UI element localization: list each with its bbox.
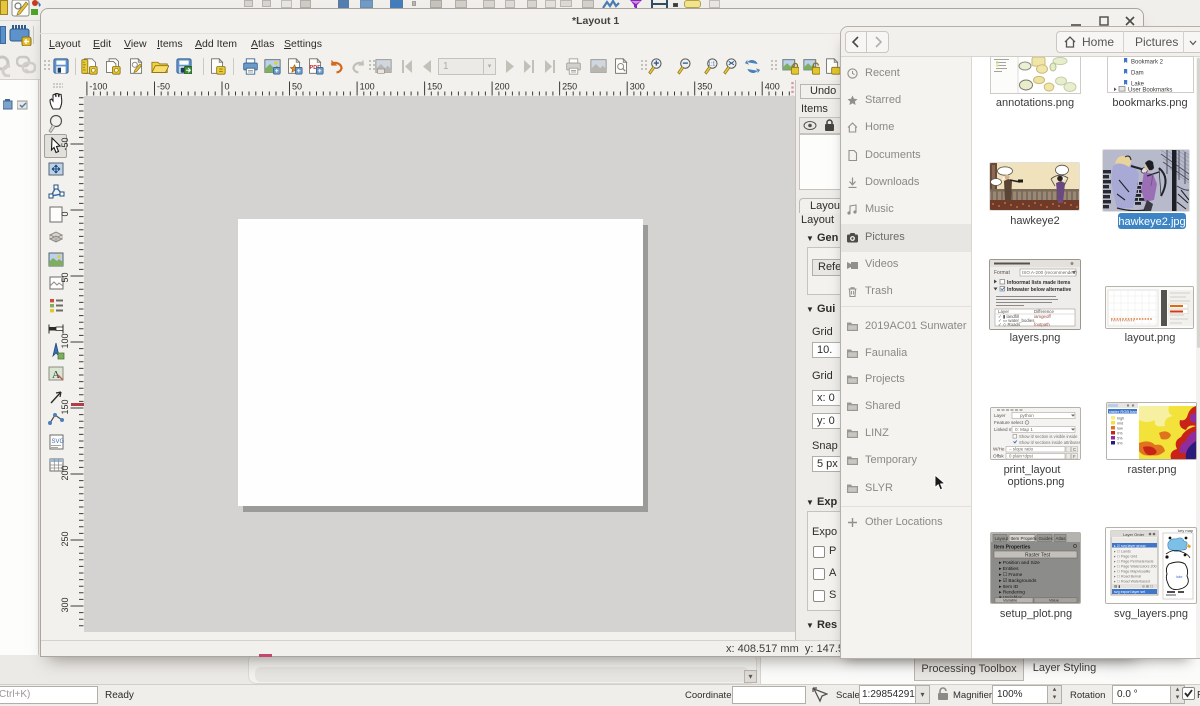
svg-text:✓ ◇ Roads: ✓ ◇ Roads <box>998 322 1021 327</box>
svg-text:9%: 9% <box>1117 442 1123 446</box>
svg-text:lake: lake <box>1176 575 1182 579</box>
svg-text:− slope ratio: − slope ratio <box>1009 447 1034 452</box>
svg-text:Atlas: Atlas <box>1056 536 1067 541</box>
svg-text:▸ ☐ Lands: ▸ ☐ Lands <box>1114 550 1131 554</box>
svg-text:0: Map 1: 0: Map 1 <box>1015 427 1033 432</box>
svg-text:0 plain+dpst: 0 plain+dpst <box>1009 454 1034 459</box>
svg-text:Dam: Dam <box>1131 71 1144 77</box>
svg-text:300: 300 <box>60 597 70 612</box>
svg-text:low: low <box>1117 427 1123 431</box>
svg-text:Offsk: Offsk <box>993 454 1004 459</box>
svg-text:350: 350 <box>697 82 712 92</box>
svg-text:▸ Item ID: ▸ Item ID <box>999 584 1019 590</box>
svg-text:Feature select: Feature select <box>994 420 1024 425</box>
svg-text:key map: key map <box>1178 528 1194 533</box>
svg-text:F: F <box>1073 454 1076 459</box>
svg-text:400: 400 <box>765 82 780 92</box>
svg-text:▸ Rendering: ▸ Rendering <box>999 590 1025 596</box>
svg-text:Item Properties: Item Properties <box>994 545 1031 551</box>
svg-text:100: 100 <box>60 333 70 348</box>
svg-text:footpath: footpath <box>1034 322 1050 327</box>
svg-text:200: 200 <box>60 465 70 480</box>
svg-text:▸ ☐ Road Bernal: ▸ ☐ Road Bernal <box>1114 575 1141 579</box>
svg-text:250: 250 <box>562 82 577 92</box>
svg-text:▸ ☐ Page Watercolors 200: ▸ ☐ Page Watercolors 200 <box>1114 565 1156 569</box>
svg-text:250: 250 <box>60 531 70 546</box>
svg-text:▤ ▮: ▤ ▮ <box>1114 585 1120 589</box>
svg-text:▸ Entities: ▸ Entities <box>999 566 1019 572</box>
svg-text:200: 200 <box>495 82 510 92</box>
svg-text:python: python <box>1020 413 1034 418</box>
svg-text:50: 50 <box>292 82 302 92</box>
svg-text:▸ ☐ Page Mapvisualite: ▸ ☐ Page Mapvisualite <box>1114 570 1150 574</box>
svg-text:Show it/ section is visible in: Show it/ section is visible inside <box>1019 434 1078 439</box>
svg-text:Show it/ sections inside attri: Show it/ sections inside attributes <box>1019 440 1080 445</box>
svg-text:Infowater below alternative: Infowater below alternative <box>1007 287 1071 293</box>
svg-text:Format: Format <box>994 270 1010 276</box>
svg-text:-50: -50 <box>60 137 70 150</box>
svg-text:-50: -50 <box>157 82 170 92</box>
svg-text:Variable: Variable <box>1003 598 1018 603</box>
svg-text:▸ Position and Size: ▸ Position and Size <box>999 560 1040 566</box>
svg-text:mid: mid <box>1117 422 1123 426</box>
svg-text:0: 0 <box>60 211 70 216</box>
svg-text:150: 150 <box>427 82 442 92</box>
svg-text:300: 300 <box>630 82 645 92</box>
svg-text:iamgeoff: iamgeoff <box>1034 314 1052 319</box>
svg-text:W/He: W/He <box>993 447 1005 452</box>
svg-text:▸ ☐ Page Grid: ▸ ☐ Page Grid <box>1114 555 1137 559</box>
svg-text:100: 100 <box>360 82 375 92</box>
svg-text:raster RGB band: raster RGB band <box>1109 409 1139 414</box>
svg-text:0: 0 <box>225 82 230 92</box>
svg-text:Value: Value <box>1049 598 1060 603</box>
svg-text:Layout: Layout <box>995 536 1009 541</box>
svg-text:150: 150 <box>60 399 70 414</box>
svg-text:User Bookmarks: User Bookmarks <box>1128 88 1172 93</box>
svg-text:Infoormat lists made items: Infoormat lists made items <box>1007 280 1071 286</box>
svg-text:Guides: Guides <box>1039 536 1054 541</box>
svg-text:5%: 5% <box>1117 437 1123 441</box>
svg-text:Layer Order: Layer Order <box>1123 532 1145 537</box>
svg-text:ISO A-200 (recommended): ISO A-200 (recommended) <box>1022 270 1077 275</box>
svg-text:▸ ☐ Page Perimeter/axis: ▸ ☐ Page Perimeter/axis <box>1114 560 1154 564</box>
svg-text:▸ ☐ Road Waterbased: ▸ ☐ Road Waterbased <box>1114 580 1150 584</box>
svg-text:C: C <box>1073 447 1076 452</box>
svg-text:50: 50 <box>60 272 70 282</box>
svg-text:▸ ☐ Frame: ▸ ☐ Frame <box>999 572 1023 578</box>
svg-text:Bookmark 2: Bookmark 2 <box>1131 60 1164 66</box>
svg-text:Layer: Layer <box>994 413 1006 418</box>
svg-text:svg export layer set: svg export layer set <box>1114 590 1145 594</box>
svg-text:0%: 0% <box>1117 432 1123 436</box>
svg-text:▸ ☑ Backgrounds: ▸ ☑ Backgrounds <box>999 578 1037 584</box>
svg-text:▸ ☑ svg layer group: ▸ ☑ svg layer group <box>1114 544 1146 548</box>
svg-text:⊝ ⊞ ☐: ⊝ ⊞ ☐ <box>1142 585 1154 589</box>
svg-text:high: high <box>1117 417 1124 421</box>
svg-text:Raster Test: Raster Test <box>1025 553 1051 559</box>
